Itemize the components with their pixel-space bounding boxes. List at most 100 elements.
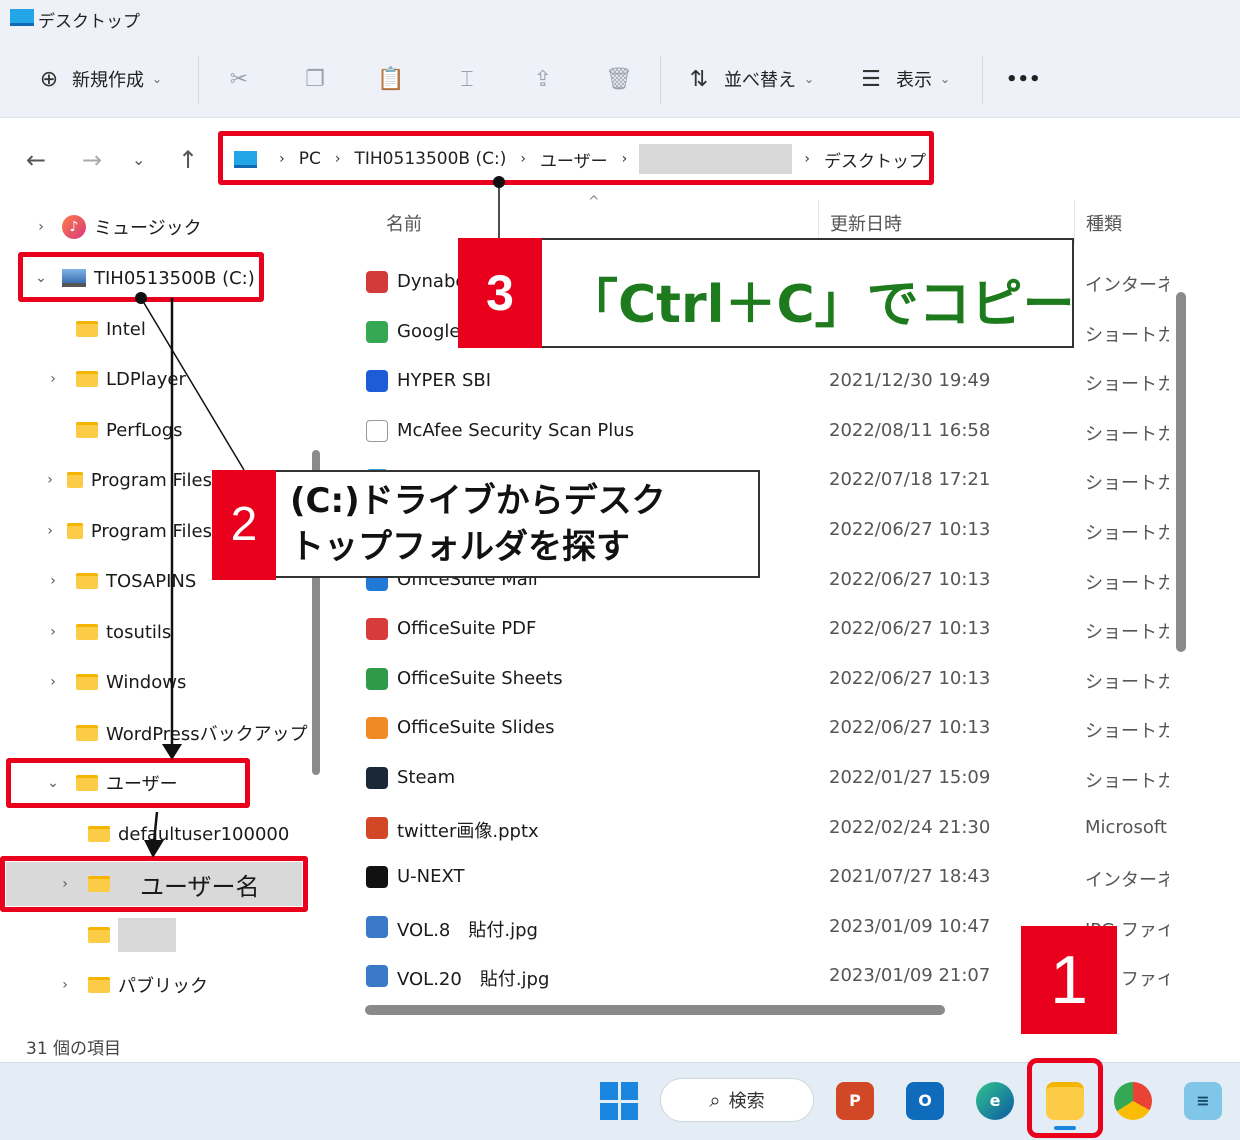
scissors-icon: ✂ (229, 66, 249, 92)
cut-button[interactable]: ✂ (224, 60, 254, 98)
file-date: 2022/02/24 21:30 (829, 817, 991, 838)
command-bar: ⊕ 新規作成 ⌄ ✂ ❐ 📋 ⌶ ⇪ 🗑 ⇅ 並べ替え ⌄ ☰ 表示 ⌄ ••• (0, 42, 1240, 118)
chevron-right-icon[interactable]: › (42, 371, 64, 387)
share-button[interactable]: ⇪ (528, 60, 558, 98)
file-type: ショートカット (1085, 771, 1169, 792)
file-type: インターネット (1085, 870, 1169, 891)
list-horizontal-scrollbar[interactable] (365, 1005, 945, 1015)
folder-icon (76, 624, 98, 640)
chevron-right-icon[interactable]: › (30, 219, 52, 235)
copy-button[interactable]: ❐ (300, 60, 330, 98)
folder-icon (76, 422, 98, 438)
folder-icon (88, 977, 110, 993)
edge-icon[interactable]: e (976, 1082, 1014, 1120)
file-row[interactable]: OfficeSuite Sheets 2022/06/27 10:13 ショートカッ… (360, 659, 1180, 699)
chevron-right-icon[interactable]: › (42, 573, 64, 589)
tree-item-public[interactable]: › パブリック (54, 968, 208, 1002)
file-row[interactable]: twitter画像.pptx 2022/02/24 21:30 Microsoft (360, 808, 1180, 848)
paste-button[interactable]: 📋 (376, 60, 406, 98)
sort-button[interactable]: ⇅ 並べ替え ⌄ (684, 60, 814, 98)
file-row[interactable]: OfficeSuite PDF 2022/06/27 10:13 ショートカット (360, 609, 1180, 649)
more-options-button[interactable]: ••• (1006, 60, 1041, 98)
chevron-right-icon[interactable]: › (42, 523, 58, 539)
tree-item-redacted-user[interactable] (66, 918, 118, 952)
copy-icon: ❐ (305, 66, 325, 92)
column-header-name[interactable]: 名前 (386, 210, 422, 236)
tree-item-perflogs[interactable]: PerfLogs (42, 413, 183, 447)
file-icon (366, 321, 388, 343)
file-date: 2022/08/11 16:58 (829, 420, 991, 441)
toolbar-divider (198, 56, 199, 104)
file-row[interactable]: McAfee Security Scan Plus 2022/08/11 16:5… (360, 411, 1180, 451)
view-button[interactable]: ☰ 表示 ⌄ (856, 60, 950, 98)
file-row[interactable]: HYPER SBI 2021/12/30 19:49 ショートカット (360, 361, 1180, 401)
recent-chevron-icon[interactable]: ⌄ (132, 150, 145, 169)
delete-button[interactable]: 🗑 (604, 60, 634, 98)
powerpoint-icon[interactable]: P (836, 1082, 874, 1120)
up-arrow-icon[interactable]: ↑ (178, 146, 198, 174)
list-vertical-scrollbar[interactable] (1176, 292, 1186, 652)
folder-icon (76, 725, 98, 741)
chrome-icon[interactable] (1114, 1082, 1152, 1120)
drive-highlight-box (18, 252, 264, 302)
chevron-right-icon[interactable]: › (42, 624, 64, 640)
file-icon (366, 767, 388, 789)
file-date: 2022/06/27 10:13 (829, 668, 991, 689)
file-icon (366, 965, 388, 987)
rename-icon: ⌶ (460, 66, 474, 92)
file-date: 2022/01/27 15:09 (829, 767, 991, 788)
file-name: U-NEXT (397, 866, 465, 887)
outlook-icon[interactable]: O (906, 1082, 944, 1120)
folder-icon (66, 523, 83, 539)
file-name: OfficeSuite PDF (397, 618, 537, 639)
column-header-type[interactable]: 種類 (1086, 210, 1122, 236)
file-date: 2022/07/18 17:21 (829, 469, 991, 490)
file-type: ショートカット (1085, 424, 1169, 445)
tree-item-intel[interactable]: Intel (42, 312, 146, 346)
tree-item-defaultuser[interactable]: defaultuser100000 (66, 817, 289, 851)
clipboard-icon: 📋 (377, 66, 405, 92)
callout-copy-text: 「Ctrl＋C」でコピー (566, 275, 1075, 335)
tree-item-windows[interactable]: › Windows (42, 665, 186, 699)
item-count: 31 個の項目 (26, 1039, 122, 1059)
folder-icon (76, 674, 98, 690)
search-icon: ⌕ (709, 1088, 721, 1112)
chevron-right-icon[interactable]: › (54, 977, 76, 993)
column-header-date[interactable]: 更新日時 (830, 210, 902, 236)
chevron-right-icon[interactable]: › (42, 674, 64, 690)
tree-item-tosapins[interactable]: › TOSAPINS (42, 564, 196, 598)
step-3-badge: 3 (458, 238, 542, 348)
file-date: 2023/01/09 21:07 (829, 965, 991, 986)
folder-icon (88, 927, 110, 943)
plus-circle-icon: ⊕ (39, 66, 59, 92)
tree-item-program-files[interactable]: › Program Files (42, 463, 212, 497)
file-row[interactable]: U-NEXT 2021/07/27 18:43 インターネット (360, 857, 1180, 897)
users-highlight-box (6, 758, 250, 808)
file-name: Steam (397, 767, 456, 788)
folder-icon (88, 826, 110, 842)
notepad-icon[interactable]: ≡ (1184, 1082, 1222, 1120)
tree-item-program-files-x86[interactable]: › Program Files (42, 514, 212, 548)
start-button[interactable] (600, 1082, 638, 1120)
file-row[interactable]: OfficeSuite Slides 2022/06/27 10:13 ショートカッ… (360, 708, 1180, 748)
back-arrow-icon[interactable]: ← (26, 146, 46, 174)
file-type: ショートカット (1085, 622, 1169, 643)
file-icon (366, 916, 388, 938)
file-type: ショートカット (1085, 523, 1169, 544)
tree-item-music[interactable]: › ♪ ミュージック (30, 210, 202, 244)
title-bar: デスクトップ (0, 0, 1240, 42)
folder-icon (76, 573, 98, 589)
file-name: HYPER SBI (397, 370, 492, 391)
file-date: 2021/12/30 19:49 (829, 370, 991, 391)
file-type: ショートカット (1085, 374, 1169, 395)
desktop-folder-icon (10, 9, 34, 26)
tree-item-tosutils[interactable]: › tosutils (42, 615, 171, 649)
forward-arrow-icon[interactable]: → (82, 146, 102, 174)
tree-item-wordpress-backup[interactable]: WordPressバックアップ (42, 716, 308, 750)
new-button[interactable]: ⊕ 新規作成 ⌄ (34, 60, 162, 98)
tree-item-ldplayer[interactable]: › LDPlayer (42, 362, 186, 396)
file-row[interactable]: Steam 2022/01/27 15:09 ショートカット (360, 758, 1180, 798)
chevron-right-icon[interactable]: › (42, 472, 58, 488)
taskbar-search[interactable]: ⌕ 検索 (660, 1078, 814, 1122)
rename-button[interactable]: ⌶ (452, 60, 482, 98)
